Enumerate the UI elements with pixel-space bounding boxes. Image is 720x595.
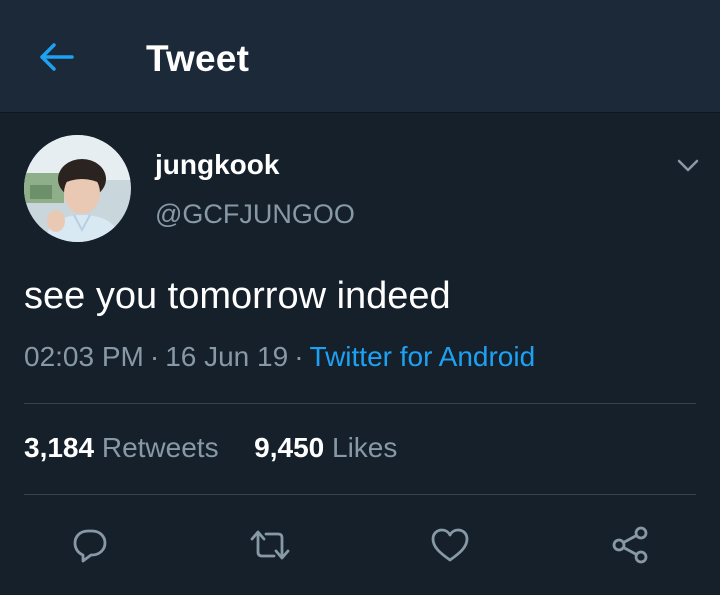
retweets-label: Retweets [101, 432, 219, 463]
reply-button[interactable] [66, 523, 114, 567]
avatar-image [24, 135, 131, 242]
retweets-count: 3,184 [24, 432, 95, 463]
retweet-button[interactable] [246, 523, 294, 567]
display-name[interactable]: jungkook [155, 149, 279, 181]
likes-label: Likes [332, 432, 398, 463]
back-button[interactable] [32, 37, 80, 77]
user-handle[interactable]: @GCFJUNGOO [155, 199, 355, 230]
tweet-stats: 3,184 Retweets 9,450 Likes [24, 432, 397, 464]
retweets-stat[interactable]: 3,184 Retweets [24, 432, 219, 464]
reply-icon [73, 529, 107, 563]
tweet-action-bar [0, 515, 720, 575]
tweet-date: 16 Jun 19 [165, 341, 289, 372]
chevron-down-icon [677, 159, 699, 172]
more-options-button[interactable] [668, 148, 708, 184]
likes-stat[interactable]: 9,450 Likes [254, 432, 397, 464]
divider [24, 494, 696, 495]
share-icon [612, 526, 648, 564]
likes-count: 9,450 [254, 432, 325, 463]
retweet-icon [250, 530, 290, 560]
meta-separator: · [149, 341, 160, 372]
avatar[interactable] [24, 135, 131, 242]
tweet-source-link[interactable]: Twitter for Android [310, 341, 536, 372]
share-button[interactable] [606, 523, 654, 567]
like-button[interactable] [426, 523, 474, 567]
like-icon [431, 528, 469, 562]
divider [24, 403, 696, 404]
page-title: Tweet [146, 38, 250, 79]
tweet-text: see you tomorrow indeed [24, 275, 451, 317]
tweet-meta: 02:03 PM · 16 Jun 19 · Twitter for Android [24, 341, 535, 373]
meta-separator: · [294, 341, 304, 372]
tweet-time: 02:03 PM [24, 341, 144, 372]
top-app-bar: Tweet [0, 0, 720, 113]
arrow-left-icon [40, 43, 74, 71]
